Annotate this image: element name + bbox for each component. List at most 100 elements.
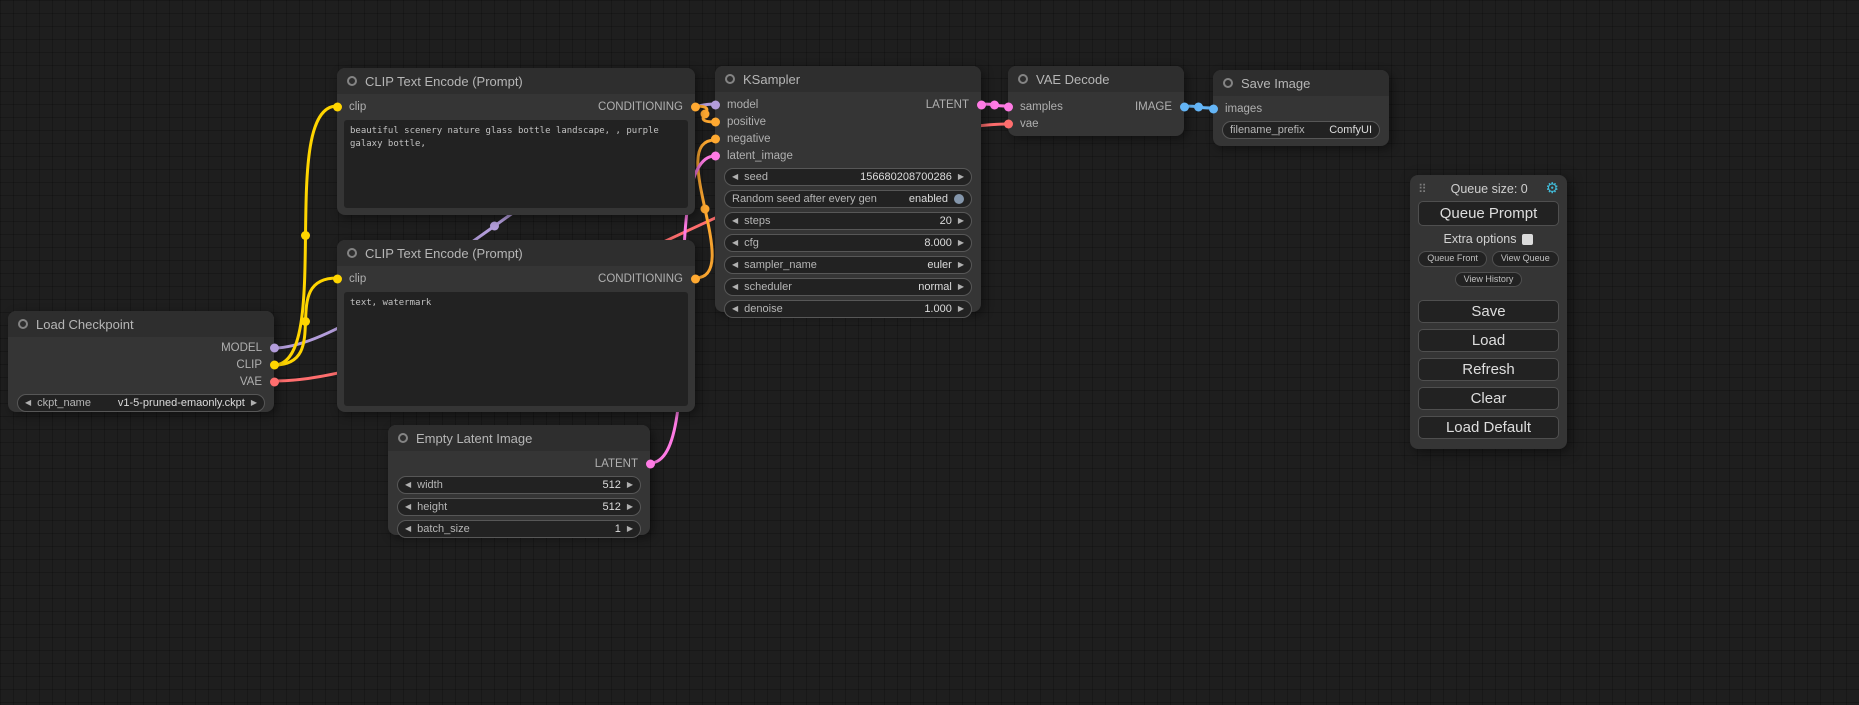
node-vae-decode[interactable]: VAE Decode samples IMAGE vae — [1008, 66, 1184, 136]
samples-input-port[interactable] — [1004, 102, 1013, 111]
queue-panel[interactable]: ⠿ Queue size: 0 ⚙ Queue Prompt Extra opt… — [1410, 175, 1567, 449]
increment-arrow-icon[interactable]: ▶ — [958, 173, 964, 181]
clear-button[interactable]: Clear — [1418, 387, 1559, 410]
decrement-arrow-icon[interactable]: ◀ — [732, 239, 738, 247]
node-graph-canvas[interactable]: Load Checkpoint MODEL CLIP VAE ◀ ckpt_na… — [0, 0, 1859, 705]
extra-options-checkbox[interactable] — [1522, 234, 1533, 245]
decrement-arrow-icon[interactable]: ◀ — [732, 217, 738, 225]
wire-midpoint-dot[interactable] — [301, 231, 310, 240]
widget-steps[interactable]: ◀ steps 20 ▶ — [724, 212, 972, 230]
widget-random-seed[interactable]: Random seed after every gen enabled — [724, 190, 972, 208]
widget-height[interactable]: ◀ height 512 ▶ — [397, 498, 641, 516]
decrement-arrow-icon[interactable]: ◀ — [732, 305, 738, 313]
model-output-port[interactable] — [270, 343, 279, 352]
view-queue-button[interactable]: View Queue — [1492, 251, 1559, 267]
increment-arrow-icon[interactable]: ▶ — [958, 283, 964, 291]
view-history-button[interactable]: View History — [1455, 272, 1523, 288]
collapse-dot-icon[interactable] — [398, 433, 408, 443]
increment-arrow-icon[interactable]: ▶ — [627, 481, 633, 489]
refresh-button[interactable]: Refresh — [1418, 358, 1559, 381]
latent-output-port[interactable] — [646, 459, 655, 468]
widget-seed[interactable]: ◀ seed 156680208700286 ▶ — [724, 168, 972, 186]
slot-row: clip CONDITIONING — [337, 98, 695, 115]
node-title-bar[interactable]: CLIP Text Encode (Prompt) — [337, 68, 695, 94]
widget-scheduler[interactable]: ◀ scheduler normal ▶ — [724, 278, 972, 296]
decrement-arrow-icon[interactable]: ◀ — [405, 525, 411, 533]
widget-ckpt-name[interactable]: ◀ ckpt_name v1-5-pruned-emaonly.ckpt ▶ — [17, 394, 265, 412]
collapse-dot-icon[interactable] — [1223, 78, 1233, 88]
wire-midpoint-dot[interactable] — [701, 205, 710, 214]
widget-sampler-name[interactable]: ◀ sampler_name euler ▶ — [724, 256, 972, 274]
node-save-image[interactable]: Save Image images filename_prefix ComfyU… — [1213, 70, 1389, 146]
gear-icon[interactable]: ⚙ — [1546, 181, 1559, 196]
increment-arrow-icon[interactable]: ▶ — [627, 503, 633, 511]
increment-arrow-icon[interactable]: ▶ — [958, 239, 964, 247]
clip-input-port[interactable] — [333, 274, 342, 283]
conditioning-output-port[interactable] — [691, 102, 700, 111]
collapse-dot-icon[interactable] — [347, 76, 357, 86]
wire-midpoint-dot[interactable] — [990, 101, 999, 110]
wire-midpoint-dot[interactable] — [490, 222, 499, 231]
increment-arrow-icon[interactable]: ▶ — [251, 399, 257, 407]
collapse-dot-icon[interactable] — [1018, 74, 1028, 84]
wire-midpoint-dot[interactable] — [701, 110, 710, 119]
decrement-arrow-icon[interactable]: ◀ — [405, 481, 411, 489]
node-title-bar[interactable]: VAE Decode — [1008, 66, 1184, 92]
node-clip-text-encode-negative[interactable]: CLIP Text Encode (Prompt) clip CONDITION… — [337, 240, 695, 412]
latent-image-input-port[interactable] — [711, 151, 720, 160]
model-input-port[interactable] — [711, 100, 720, 109]
increment-arrow-icon[interactable]: ▶ — [627, 525, 633, 533]
queue-front-button[interactable]: Queue Front — [1418, 251, 1487, 267]
conditioning-output-port[interactable] — [691, 274, 700, 283]
node-clip-text-encode-positive[interactable]: CLIP Text Encode (Prompt) clip CONDITION… — [337, 68, 695, 215]
save-button[interactable]: Save — [1418, 300, 1559, 323]
output-label: CLIP — [236, 359, 262, 371]
increment-arrow-icon[interactable]: ▶ — [958, 217, 964, 225]
positive-input-port[interactable] — [711, 117, 720, 126]
queue-prompt-button[interactable]: Queue Prompt — [1418, 201, 1559, 226]
collapse-dot-icon[interactable] — [347, 248, 357, 258]
decrement-arrow-icon[interactable]: ◀ — [732, 261, 738, 269]
prompt-textarea[interactable]: text, watermark — [344, 292, 688, 406]
increment-arrow-icon[interactable]: ▶ — [958, 305, 964, 313]
increment-arrow-icon[interactable]: ▶ — [958, 261, 964, 269]
widget-cfg[interactable]: ◀ cfg 8.000 ▶ — [724, 234, 972, 252]
slot-row: negative — [715, 130, 981, 147]
prompt-textarea[interactable]: beautiful scenery nature glass bottle la… — [344, 120, 688, 208]
decrement-arrow-icon[interactable]: ◀ — [405, 503, 411, 511]
widget-width[interactable]: ◀ width 512 ▶ — [397, 476, 641, 494]
widget-denoise[interactable]: ◀ denoise 1.000 ▶ — [724, 300, 972, 318]
node-title-bar[interactable]: Load Checkpoint — [8, 311, 274, 337]
collapse-dot-icon[interactable] — [725, 74, 735, 84]
node-title-bar[interactable]: Empty Latent Image — [388, 425, 650, 451]
node-title-bar[interactable]: KSampler — [715, 66, 981, 92]
node-title-bar[interactable]: Save Image — [1213, 70, 1389, 96]
wire-midpoint-dot[interactable] — [1194, 103, 1203, 112]
decrement-arrow-icon[interactable]: ◀ — [732, 283, 738, 291]
node-title: Empty Latent Image — [416, 431, 532, 446]
widget-batch-size[interactable]: ◀ batch_size 1 ▶ — [397, 520, 641, 538]
latent-output-port[interactable] — [977, 100, 986, 109]
collapse-dot-icon[interactable] — [18, 319, 28, 329]
image-output-port[interactable] — [1180, 102, 1189, 111]
decrement-arrow-icon[interactable]: ◀ — [25, 399, 31, 407]
node-ksampler[interactable]: KSampler model LATENT positive negative … — [715, 66, 981, 312]
wire-midpoint-dot[interactable] — [301, 317, 310, 326]
drag-handle-icon[interactable]: ⠿ — [1418, 182, 1427, 196]
node-empty-latent-image[interactable]: Empty Latent Image LATENT ◀ width 512 ▶ … — [388, 425, 650, 535]
load-default-button[interactable]: Load Default — [1418, 416, 1559, 439]
output-label: CONDITIONING — [598, 273, 683, 285]
clip-input-port[interactable] — [333, 102, 342, 111]
clip-output-port[interactable] — [270, 360, 279, 369]
images-input-port[interactable] — [1209, 104, 1218, 113]
widget-filename-prefix[interactable]: filename_prefix ComfyUI — [1222, 121, 1380, 139]
decrement-arrow-icon[interactable]: ◀ — [732, 173, 738, 181]
node-load-checkpoint[interactable]: Load Checkpoint MODEL CLIP VAE ◀ ckpt_na… — [8, 311, 274, 412]
vae-output-port[interactable] — [270, 377, 279, 386]
toggle-dot-icon[interactable] — [954, 194, 964, 204]
load-button[interactable]: Load — [1418, 329, 1559, 352]
node-title-bar[interactable]: CLIP Text Encode (Prompt) — [337, 240, 695, 266]
negative-input-port[interactable] — [711, 134, 720, 143]
vae-input-port[interactable] — [1004, 119, 1013, 128]
slot-row: VAE — [8, 373, 274, 390]
